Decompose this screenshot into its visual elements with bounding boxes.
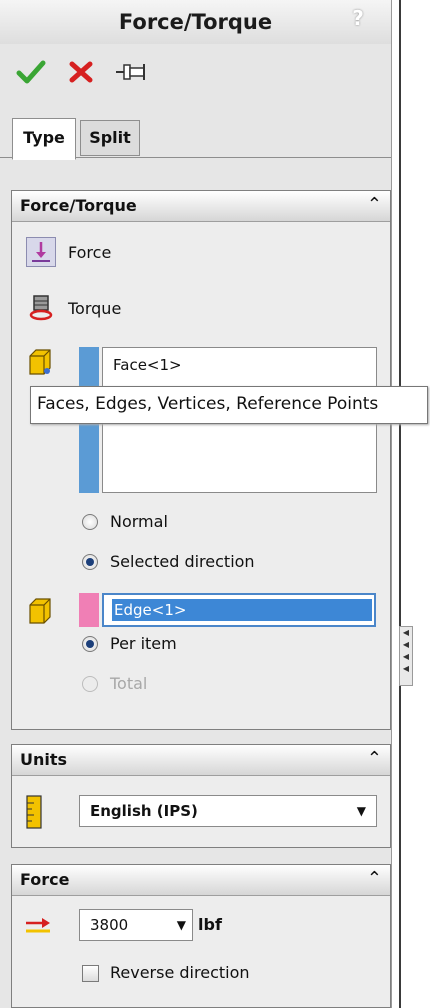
force-value-icon bbox=[26, 918, 50, 933]
force-option-label: Force bbox=[68, 243, 112, 262]
face-selection-icon-wrap bbox=[26, 347, 56, 377]
reverse-direction-checkbox[interactable] bbox=[82, 965, 99, 982]
selected-direction-label: Selected direction bbox=[110, 552, 255, 571]
units-group-header[interactable]: Units ⌃ bbox=[12, 745, 390, 776]
direction-edge-field[interactable]: Edge<1> bbox=[102, 593, 376, 627]
per-item-radio[interactable] bbox=[82, 636, 98, 652]
force-group: Force ⌃ 3800 ▼ lbf Reverse direction bbox=[11, 864, 391, 1008]
total-label: Total bbox=[110, 674, 148, 693]
units-dropdown[interactable]: English (IPS) ▼ bbox=[79, 795, 377, 827]
group-title: Force bbox=[20, 870, 70, 889]
torque-option-button[interactable] bbox=[26, 293, 56, 323]
direction-edge-value[interactable]: Edge<1> bbox=[112, 599, 372, 621]
red-x-icon bbox=[69, 61, 93, 83]
collapse-chevron-icon[interactable]: ⌃ bbox=[367, 194, 382, 215]
direction-selection-icon-wrap bbox=[26, 596, 56, 626]
selected-direction-radio[interactable] bbox=[82, 554, 98, 570]
force-value-icon-wrap bbox=[24, 913, 52, 943]
cube-edge-icon bbox=[29, 598, 51, 624]
chevron-down-icon[interactable]: ▼ bbox=[177, 918, 186, 932]
torque-icon bbox=[29, 295, 53, 321]
direction-color-strip bbox=[79, 593, 99, 627]
graphics-area-edge bbox=[397, 0, 430, 1008]
normal-radio[interactable] bbox=[82, 514, 98, 530]
page-title: Force/Torque bbox=[118, 10, 273, 34]
force-unit-label: lbf bbox=[198, 915, 222, 934]
normal-label: Normal bbox=[110, 512, 168, 531]
green-checkmark-icon bbox=[16, 60, 46, 84]
pin-button[interactable] bbox=[114, 58, 145, 86]
tab-type[interactable]: Type bbox=[12, 118, 76, 160]
force-group-header[interactable]: Force ⌃ bbox=[12, 865, 390, 896]
cube-face-icon bbox=[29, 349, 51, 375]
group-title: Units bbox=[20, 750, 68, 769]
collapse-chevron-icon[interactable]: ⌃ bbox=[367, 748, 382, 769]
ruler-icon-wrap bbox=[24, 795, 44, 829]
cancel-button[interactable] bbox=[66, 58, 96, 86]
force-option-button[interactable] bbox=[26, 237, 56, 267]
chevron-down-icon: ▼ bbox=[356, 804, 366, 818]
force-value: 3800 bbox=[90, 916, 129, 934]
splitter-handle[interactable]: ◀ ◀ ◀ ◀ bbox=[399, 626, 413, 686]
panel-divider[interactable] bbox=[399, 0, 401, 1008]
group-title: Force/Torque bbox=[20, 196, 137, 215]
total-radio[interactable] bbox=[82, 676, 98, 692]
tab-split[interactable]: Split bbox=[80, 120, 140, 156]
list-item[interactable]: Face<1> bbox=[113, 356, 182, 374]
torque-option-label: Torque bbox=[68, 299, 122, 318]
units-group: Units ⌃ English (IPS) ▼ bbox=[11, 744, 391, 848]
reverse-direction-label: Reverse direction bbox=[110, 963, 250, 982]
force-arrow-icon bbox=[32, 242, 50, 262]
force-torque-group-header[interactable]: Force/Torque ⌃ bbox=[12, 191, 390, 222]
selection-tooltip: Faces, Edges, Vertices, Reference Points bbox=[30, 386, 428, 424]
property-manager: Force/Torque ? Type Split Force/Torque ⌃ bbox=[0, 0, 392, 1008]
pushpin-icon bbox=[116, 64, 145, 80]
ok-button[interactable] bbox=[16, 58, 46, 86]
force-value-input[interactable]: 3800 ▼ bbox=[79, 909, 193, 941]
property-manager-title-bar: Force/Torque ? bbox=[0, 0, 391, 44]
ruler-icon bbox=[26, 795, 42, 829]
force-torque-group: Force/Torque ⌃ Force Torque Face<1> Norm… bbox=[11, 190, 391, 730]
units-dropdown-value: English (IPS) bbox=[90, 802, 198, 820]
help-icon[interactable]: ? bbox=[346, 6, 370, 30]
collapse-chevron-icon[interactable]: ⌃ bbox=[367, 868, 382, 889]
per-item-label: Per item bbox=[110, 634, 177, 653]
